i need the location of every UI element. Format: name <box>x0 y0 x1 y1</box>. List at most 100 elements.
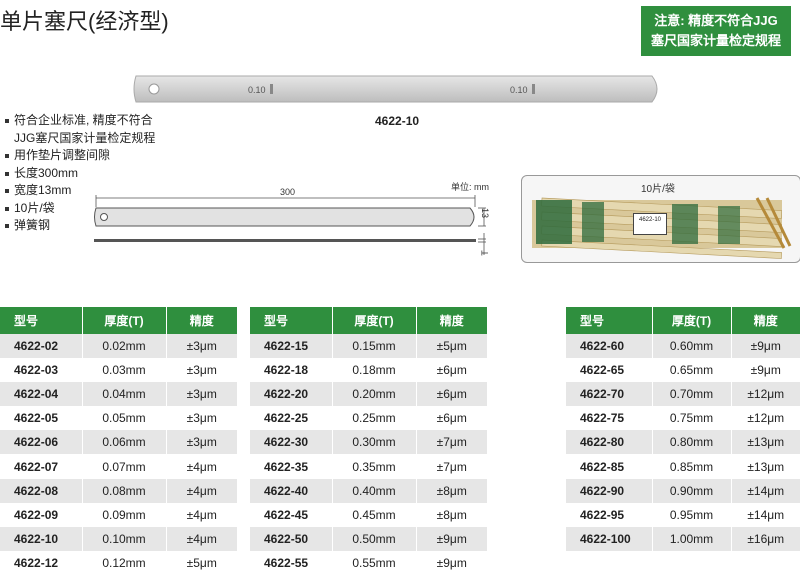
model-cell: 4622-04 <box>0 382 82 407</box>
table-row: 4622-30 0.30mm ±7μm <box>250 430 487 455</box>
feeler-blade-image: 0.10 0.10 <box>133 75 658 103</box>
package-tag-text: 4622-10 <box>638 217 662 223</box>
thickness-cell: 0.15mm <box>331 334 416 359</box>
accuracy-cell: ±6μm <box>415 358 487 383</box>
table-row: 4622-12 0.12mm ±5μm <box>0 550 237 575</box>
table-row: 4622-100 1.00mm ±16μm <box>566 526 800 551</box>
thickness-cell: 0.60mm <box>651 334 731 359</box>
accuracy-cell: ±12μm <box>730 382 800 407</box>
accuracy-cell: ±13μm <box>730 454 800 479</box>
table-row: 4622-15 0.15mm ±5μm <box>250 334 487 359</box>
accuracy-cell: ±14μm <box>730 502 800 527</box>
model-cell: 4622-95 <box>580 507 625 522</box>
table-row: 4622-03 0.03mm ±3μm <box>0 358 237 383</box>
accuracy-cell: ±3μm <box>165 382 237 407</box>
column-header-thickness: 厚度(T) <box>651 307 731 334</box>
model-cell: 4622-05 <box>14 411 59 426</box>
accuracy-cell: ±8μm <box>415 502 487 527</box>
notice-line-2: 塞尺国家计量检定规程 <box>650 33 781 48</box>
thickness-cell: 0.55mm <box>331 550 416 575</box>
package-tag: 4622-10 <box>633 213 667 235</box>
thickness-dimension: T <box>479 250 490 256</box>
accuracy-notice: 注意: 精度不符合JJG 塞尺国家计量检定规程 <box>641 6 791 56</box>
thickness-cell: 0.70mm <box>651 382 731 407</box>
accuracy-cell: ±9μm <box>415 550 487 575</box>
table-header-row: 型号 厚度(T) 精度 <box>566 307 800 334</box>
column-header-model: 型号 <box>250 307 332 334</box>
spec-table-1: 型号 厚度(T) 精度 4622-02 0.02mm ±3μm 4622-03 0.0… <box>0 307 237 575</box>
feature-item: 长度300mm <box>4 165 155 183</box>
column-header-accuracy: 精度 <box>730 307 800 334</box>
technical-drawing <box>94 195 486 255</box>
thickness-cell: 0.95mm <box>651 502 731 527</box>
table-row: 4622-85 0.85mm ±13μm <box>566 454 800 479</box>
blade-marking-right: 0.10 <box>510 85 528 95</box>
width-dimension: 13 <box>480 207 491 219</box>
thickness-cell: 0.85mm <box>651 454 731 479</box>
model-cell: 4622-06 <box>0 430 82 455</box>
table-row: 4622-65 0.65mm ±9μm <box>566 358 800 383</box>
model-cell: 4622-90 <box>566 478 652 503</box>
blade-marking-left: 0.10 <box>248 85 266 95</box>
thickness-cell: 0.90mm <box>651 478 731 503</box>
model-cell: 4622-25 <box>264 411 309 426</box>
column-header-model: 型号 <box>0 307 82 334</box>
table-row: 4622-50 0.50mm ±9μm <box>250 526 487 551</box>
thickness-cell: 0.18mm <box>331 358 416 383</box>
thickness-cell: 0.07mm <box>81 454 166 479</box>
column-header-accuracy: 精度 <box>165 307 237 334</box>
table-header-row: 型号 厚度(T) 精度 <box>250 307 487 334</box>
accuracy-cell: ±4μm <box>165 478 237 503</box>
spec-table-2: 型号 厚度(T) 精度 4622-15 0.15mm ±5μm 4622-18 0.1… <box>250 307 487 575</box>
table-row: 4622-60 0.60mm ±9μm <box>566 334 800 359</box>
thickness-cell: 0.05mm <box>81 406 166 431</box>
accuracy-cell: ±4μm <box>165 502 237 527</box>
accuracy-cell: ±9μm <box>730 334 800 359</box>
model-cell: 4622-55 <box>264 555 309 570</box>
column-header-model: 型号 <box>566 307 652 334</box>
thickness-cell: 0.65mm <box>651 358 731 383</box>
model-cell: 4622-20 <box>250 382 332 407</box>
column-header-accuracy: 精度 <box>415 307 487 334</box>
model-cell: 4622-65 <box>580 363 625 378</box>
feature-item: JJG塞尺国家计量检定规程 <box>14 130 156 145</box>
accuracy-cell: ±3μm <box>165 334 237 359</box>
model-cell: 4622-100 <box>566 526 652 551</box>
table-row: 4622-70 0.70mm ±12μm <box>566 382 800 407</box>
thickness-cell: 0.08mm <box>81 478 166 503</box>
model-cell: 4622-12 <box>14 555 59 570</box>
feature-item: 符合企业标准, 精度不符合 <box>4 112 155 130</box>
model-cell: 4622-07 <box>14 459 59 474</box>
accuracy-cell: ±7μm <box>415 430 487 455</box>
table-row: 4622-75 0.75mm ±12μm <box>566 406 800 431</box>
accuracy-cell: ±14μm <box>730 478 800 503</box>
thickness-cell: 0.06mm <box>81 430 166 455</box>
model-cell: 4622-60 <box>566 334 652 359</box>
accuracy-cell: ±9μm <box>730 358 800 383</box>
table-row: 4622-05 0.05mm ±3μm <box>0 406 237 431</box>
column-header-thickness: 厚度(T) <box>331 307 416 334</box>
table-row: 4622-18 0.18mm ±6μm <box>250 358 487 383</box>
thickness-cell: 0.10mm <box>81 526 166 551</box>
table-row: 4622-25 0.25mm ±6μm <box>250 406 487 431</box>
table-row: 4622-45 0.45mm ±8μm <box>250 502 487 527</box>
model-cell: 4622-08 <box>0 478 82 503</box>
model-cell: 4622-09 <box>14 507 59 522</box>
model-label: 4622-10 <box>375 114 420 128</box>
table-row: 4622-10 0.10mm ±4μm <box>0 526 237 551</box>
table-row: 4622-06 0.06mm ±3μm <box>0 430 237 455</box>
thickness-cell: 0.03mm <box>81 358 166 383</box>
thickness-cell: 0.04mm <box>81 382 166 407</box>
model-cell: 4622-50 <box>250 526 332 551</box>
model-cell: 4622-30 <box>250 430 332 455</box>
thickness-cell: 0.80mm <box>651 430 731 455</box>
accuracy-cell: ±9μm <box>415 526 487 551</box>
accuracy-cell: ±6μm <box>415 382 487 407</box>
table-row: 4622-07 0.07mm ±4μm <box>0 454 237 479</box>
column-header-thickness: 厚度(T) <box>81 307 166 334</box>
table-row: 4622-35 0.35mm ±7μm <box>250 454 487 479</box>
thickness-cell: 0.30mm <box>331 430 416 455</box>
accuracy-cell: ±16μm <box>730 526 800 551</box>
thickness-cell: 0.75mm <box>651 406 731 431</box>
accuracy-cell: ±12μm <box>730 406 800 431</box>
